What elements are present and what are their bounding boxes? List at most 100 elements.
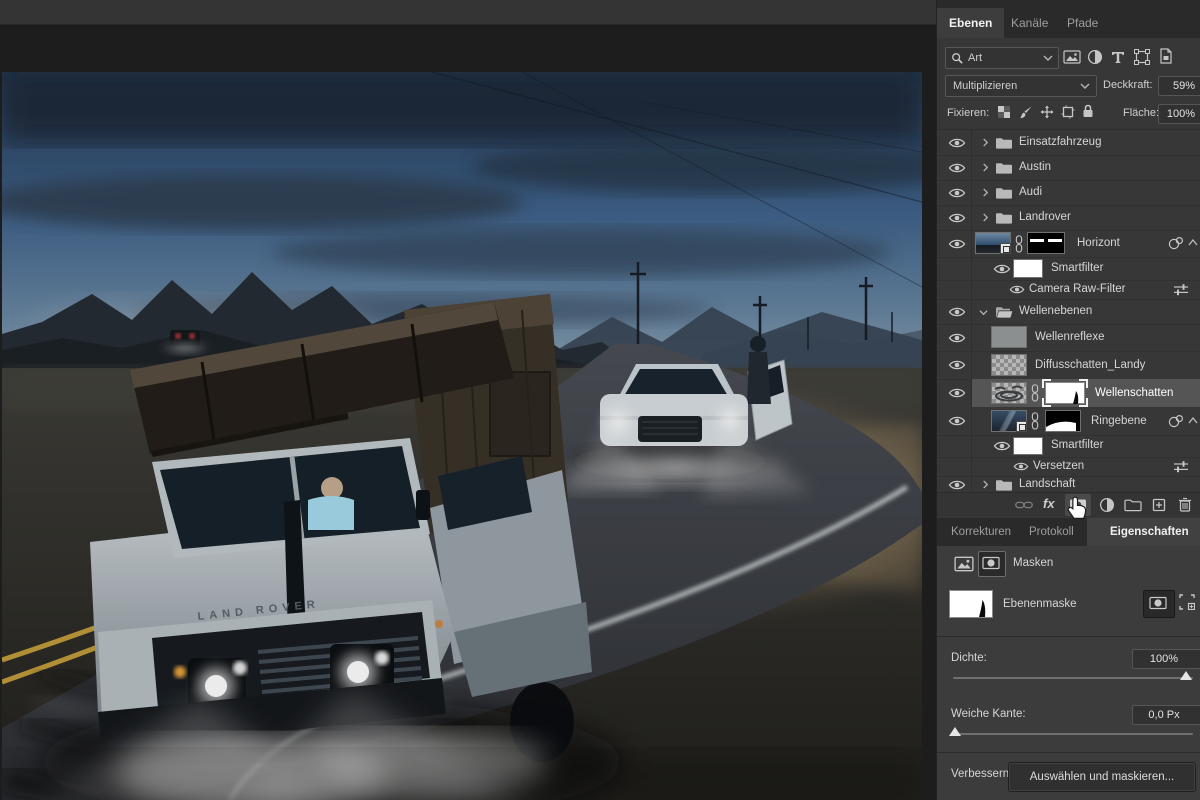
eye-icon[interactable] xyxy=(948,332,966,344)
pixel-properties-icon[interactable] xyxy=(954,556,974,572)
tab-kanaele[interactable]: Kanäle xyxy=(999,8,1060,38)
feather-slider-thumb[interactable] xyxy=(949,727,961,736)
mask-properties-icon[interactable] xyxy=(978,551,1006,577)
density-slider-track[interactable] xyxy=(953,677,1193,679)
mask-link-icon[interactable] xyxy=(1031,384,1039,402)
layer-row-diffusschatten[interactable]: Diffusschatten_Landy xyxy=(937,351,1200,380)
filter-mask-thumbnail[interactable] xyxy=(1013,259,1043,278)
layer-thumbnail[interactable] xyxy=(991,326,1027,348)
mask-link-icon[interactable] xyxy=(1031,412,1039,430)
opacity-value[interactable]: 59% xyxy=(1158,76,1200,96)
adjustment-layer-icon[interactable] xyxy=(1099,497,1115,513)
chevron-right-icon[interactable] xyxy=(981,138,990,147)
chevron-right-icon[interactable] xyxy=(981,480,990,489)
layer-mask-thumbnail[interactable] xyxy=(1042,379,1088,407)
layer-filter-search[interactable]: Art xyxy=(945,47,1059,69)
masks-header-label: Masken xyxy=(1013,557,1054,569)
layer-thumbnail[interactable] xyxy=(991,354,1027,376)
eye-icon[interactable] xyxy=(993,263,1011,275)
eye-icon[interactable] xyxy=(948,137,966,149)
layer-thumbnail[interactable] xyxy=(991,410,1027,432)
eye-icon[interactable] xyxy=(948,415,966,427)
layer-row-ringebene[interactable]: Ringebene xyxy=(937,407,1200,436)
layer-row-einsatzfahrzeug[interactable]: Einsatzfahrzeug xyxy=(937,130,1200,156)
eye-icon[interactable] xyxy=(948,479,966,491)
layer-thumbnail[interactable] xyxy=(975,232,1011,254)
filter-row-camera-raw[interactable]: Camera Raw-Filter xyxy=(937,280,1200,300)
chevron-right-icon[interactable] xyxy=(981,213,990,222)
eye-icon[interactable] xyxy=(948,212,966,224)
filter-kind-value: Art xyxy=(968,52,983,64)
folder-icon xyxy=(995,136,1013,150)
collapse-filters-icon[interactable] xyxy=(1188,239,1198,246)
smart-filter-icon[interactable] xyxy=(1167,236,1185,250)
filter-row-versetzen[interactable]: Versetzen xyxy=(937,457,1200,477)
lock-all-icon[interactable] xyxy=(1082,104,1094,118)
layer-row-horizont[interactable]: Horizont xyxy=(937,230,1200,258)
feather-slider-track[interactable] xyxy=(953,733,1193,735)
tab-ebenen[interactable]: Ebenen xyxy=(937,8,1005,38)
delete-layer-icon[interactable] xyxy=(1178,497,1192,512)
feather-value[interactable]: 0,0 Px xyxy=(1132,705,1200,725)
layer-row-landrover[interactable]: Landrover xyxy=(937,205,1200,231)
layer-row-austin[interactable]: Austin xyxy=(937,155,1200,181)
mask-link-icon[interactable] xyxy=(1015,235,1023,253)
eye-icon[interactable] xyxy=(1013,461,1029,472)
lock-transparency-icon[interactable] xyxy=(997,105,1011,119)
tab-eigenschaften[interactable]: Eigenschaften xyxy=(1087,518,1200,546)
layer-row-wellenschatten[interactable]: Wellenschatten xyxy=(937,379,1200,407)
new-group-icon[interactable] xyxy=(1124,498,1142,512)
lock-position-icon[interactable] xyxy=(1040,105,1054,119)
tab-pfade[interactable]: Pfade xyxy=(1055,8,1110,38)
filter-mask-thumbnail[interactable] xyxy=(1013,437,1043,455)
eye-icon[interactable] xyxy=(948,359,966,371)
filter-blend-options-icon[interactable] xyxy=(1173,460,1189,473)
pixel-filter-icon[interactable] xyxy=(1063,50,1081,64)
smart-object-filter-icon[interactable] xyxy=(1159,48,1173,64)
density-slider-thumb[interactable] xyxy=(1180,671,1192,680)
smart-filter-mask-row[interactable]: Smartfilter xyxy=(937,435,1200,458)
layer-thumbnail[interactable] xyxy=(991,382,1027,404)
density-value[interactable]: 100% xyxy=(1132,649,1200,669)
smart-filter-icon[interactable] xyxy=(1167,414,1185,428)
link-layers-icon[interactable] xyxy=(1015,500,1033,510)
eye-icon[interactable] xyxy=(993,440,1011,452)
eye-icon[interactable] xyxy=(1009,284,1025,295)
type-filter-icon[interactable] xyxy=(1111,50,1125,64)
shape-filter-icon[interactable] xyxy=(1134,49,1150,65)
layer-mask-preview-thumbnail[interactable] xyxy=(949,590,993,618)
layer-name: Ringebene xyxy=(1091,415,1147,427)
fill-value[interactable]: 100% xyxy=(1158,104,1200,124)
lock-pixels-icon[interactable] xyxy=(1019,105,1033,119)
chevron-down-icon[interactable] xyxy=(979,308,988,317)
layer-row-landschaft[interactable]: Landschaft xyxy=(937,476,1200,493)
collapse-filters-icon[interactable] xyxy=(1188,417,1198,424)
layer-row-audi[interactable]: Audi xyxy=(937,180,1200,206)
smart-filter-mask-row[interactable]: Smartfilter xyxy=(937,257,1200,281)
blend-mode-dropdown[interactable]: Multiplizieren xyxy=(945,75,1097,97)
chevron-right-icon[interactable] xyxy=(981,188,990,197)
layer-mask-thumbnail[interactable] xyxy=(1027,232,1065,254)
layer-row-wellenreflexe[interactable]: Wellenreflexe xyxy=(937,324,1200,352)
eye-icon[interactable] xyxy=(948,306,966,318)
add-vector-mask-icon[interactable] xyxy=(1179,594,1195,610)
filter-name: Camera Raw-Filter xyxy=(1029,283,1126,295)
eye-icon[interactable] xyxy=(948,238,966,250)
tab-korrekturen[interactable]: Korrekturen xyxy=(951,518,1011,546)
chevron-right-icon[interactable] xyxy=(981,163,990,172)
filter-blend-options-icon[interactable] xyxy=(1173,283,1189,296)
canvas-document[interactable]: LAND ROVER xyxy=(0,71,992,800)
eye-icon[interactable] xyxy=(948,162,966,174)
eye-icon[interactable] xyxy=(948,187,966,199)
adjustment-filter-icon[interactable] xyxy=(1087,49,1103,65)
eye-icon[interactable] xyxy=(948,387,966,399)
lock-artboard-icon[interactable] xyxy=(1061,105,1075,119)
tab-protokoll[interactable]: Protokoll xyxy=(1029,518,1074,546)
layer-row-wellenebenen[interactable]: Wellenebenen xyxy=(937,299,1200,325)
select-mask-button[interactable] xyxy=(1143,590,1175,618)
layer-mask-thumbnail[interactable] xyxy=(1045,410,1081,432)
layer-effects-icon[interactable]: fx xyxy=(1043,496,1055,511)
select-and-mask-button[interactable]: Auswählen und maskieren... xyxy=(1008,762,1196,792)
new-layer-icon[interactable] xyxy=(1152,498,1166,512)
canvas-image: LAND ROVER xyxy=(0,71,992,800)
